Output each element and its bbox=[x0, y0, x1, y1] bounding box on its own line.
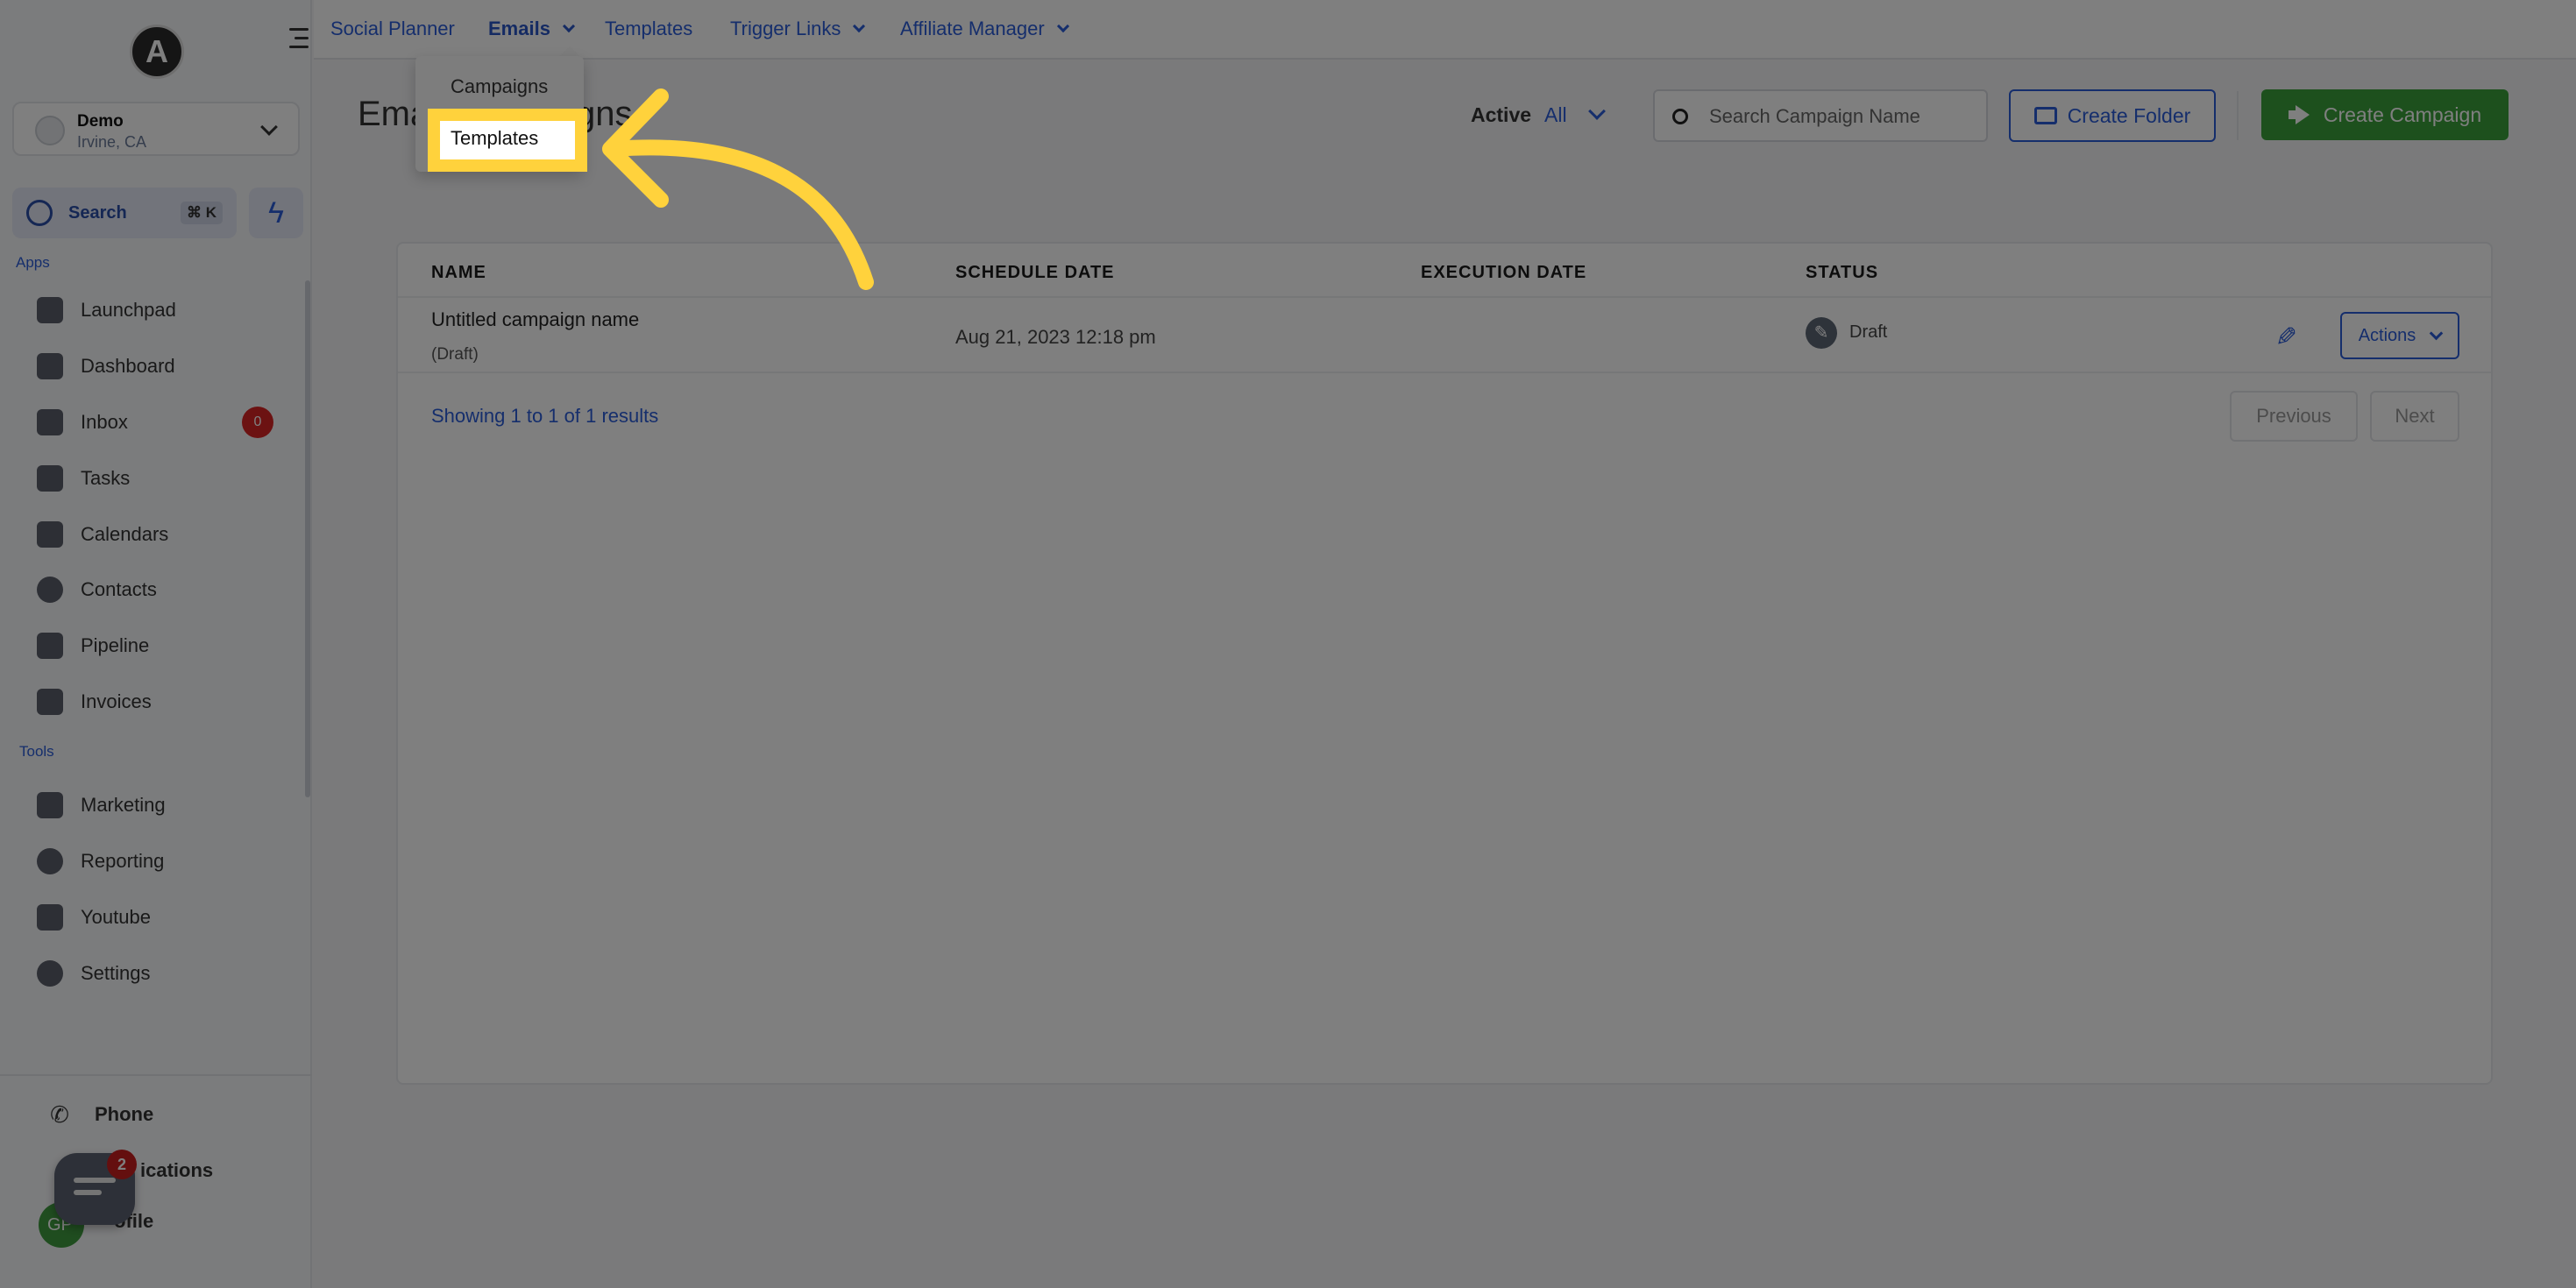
menu-item-templates[interactable]: Templates bbox=[451, 127, 538, 150]
pointer-arrow-icon bbox=[602, 88, 874, 290]
menu-item-campaigns[interactable]: Campaigns bbox=[451, 75, 548, 98]
dim-overlay bbox=[0, 0, 2576, 1288]
